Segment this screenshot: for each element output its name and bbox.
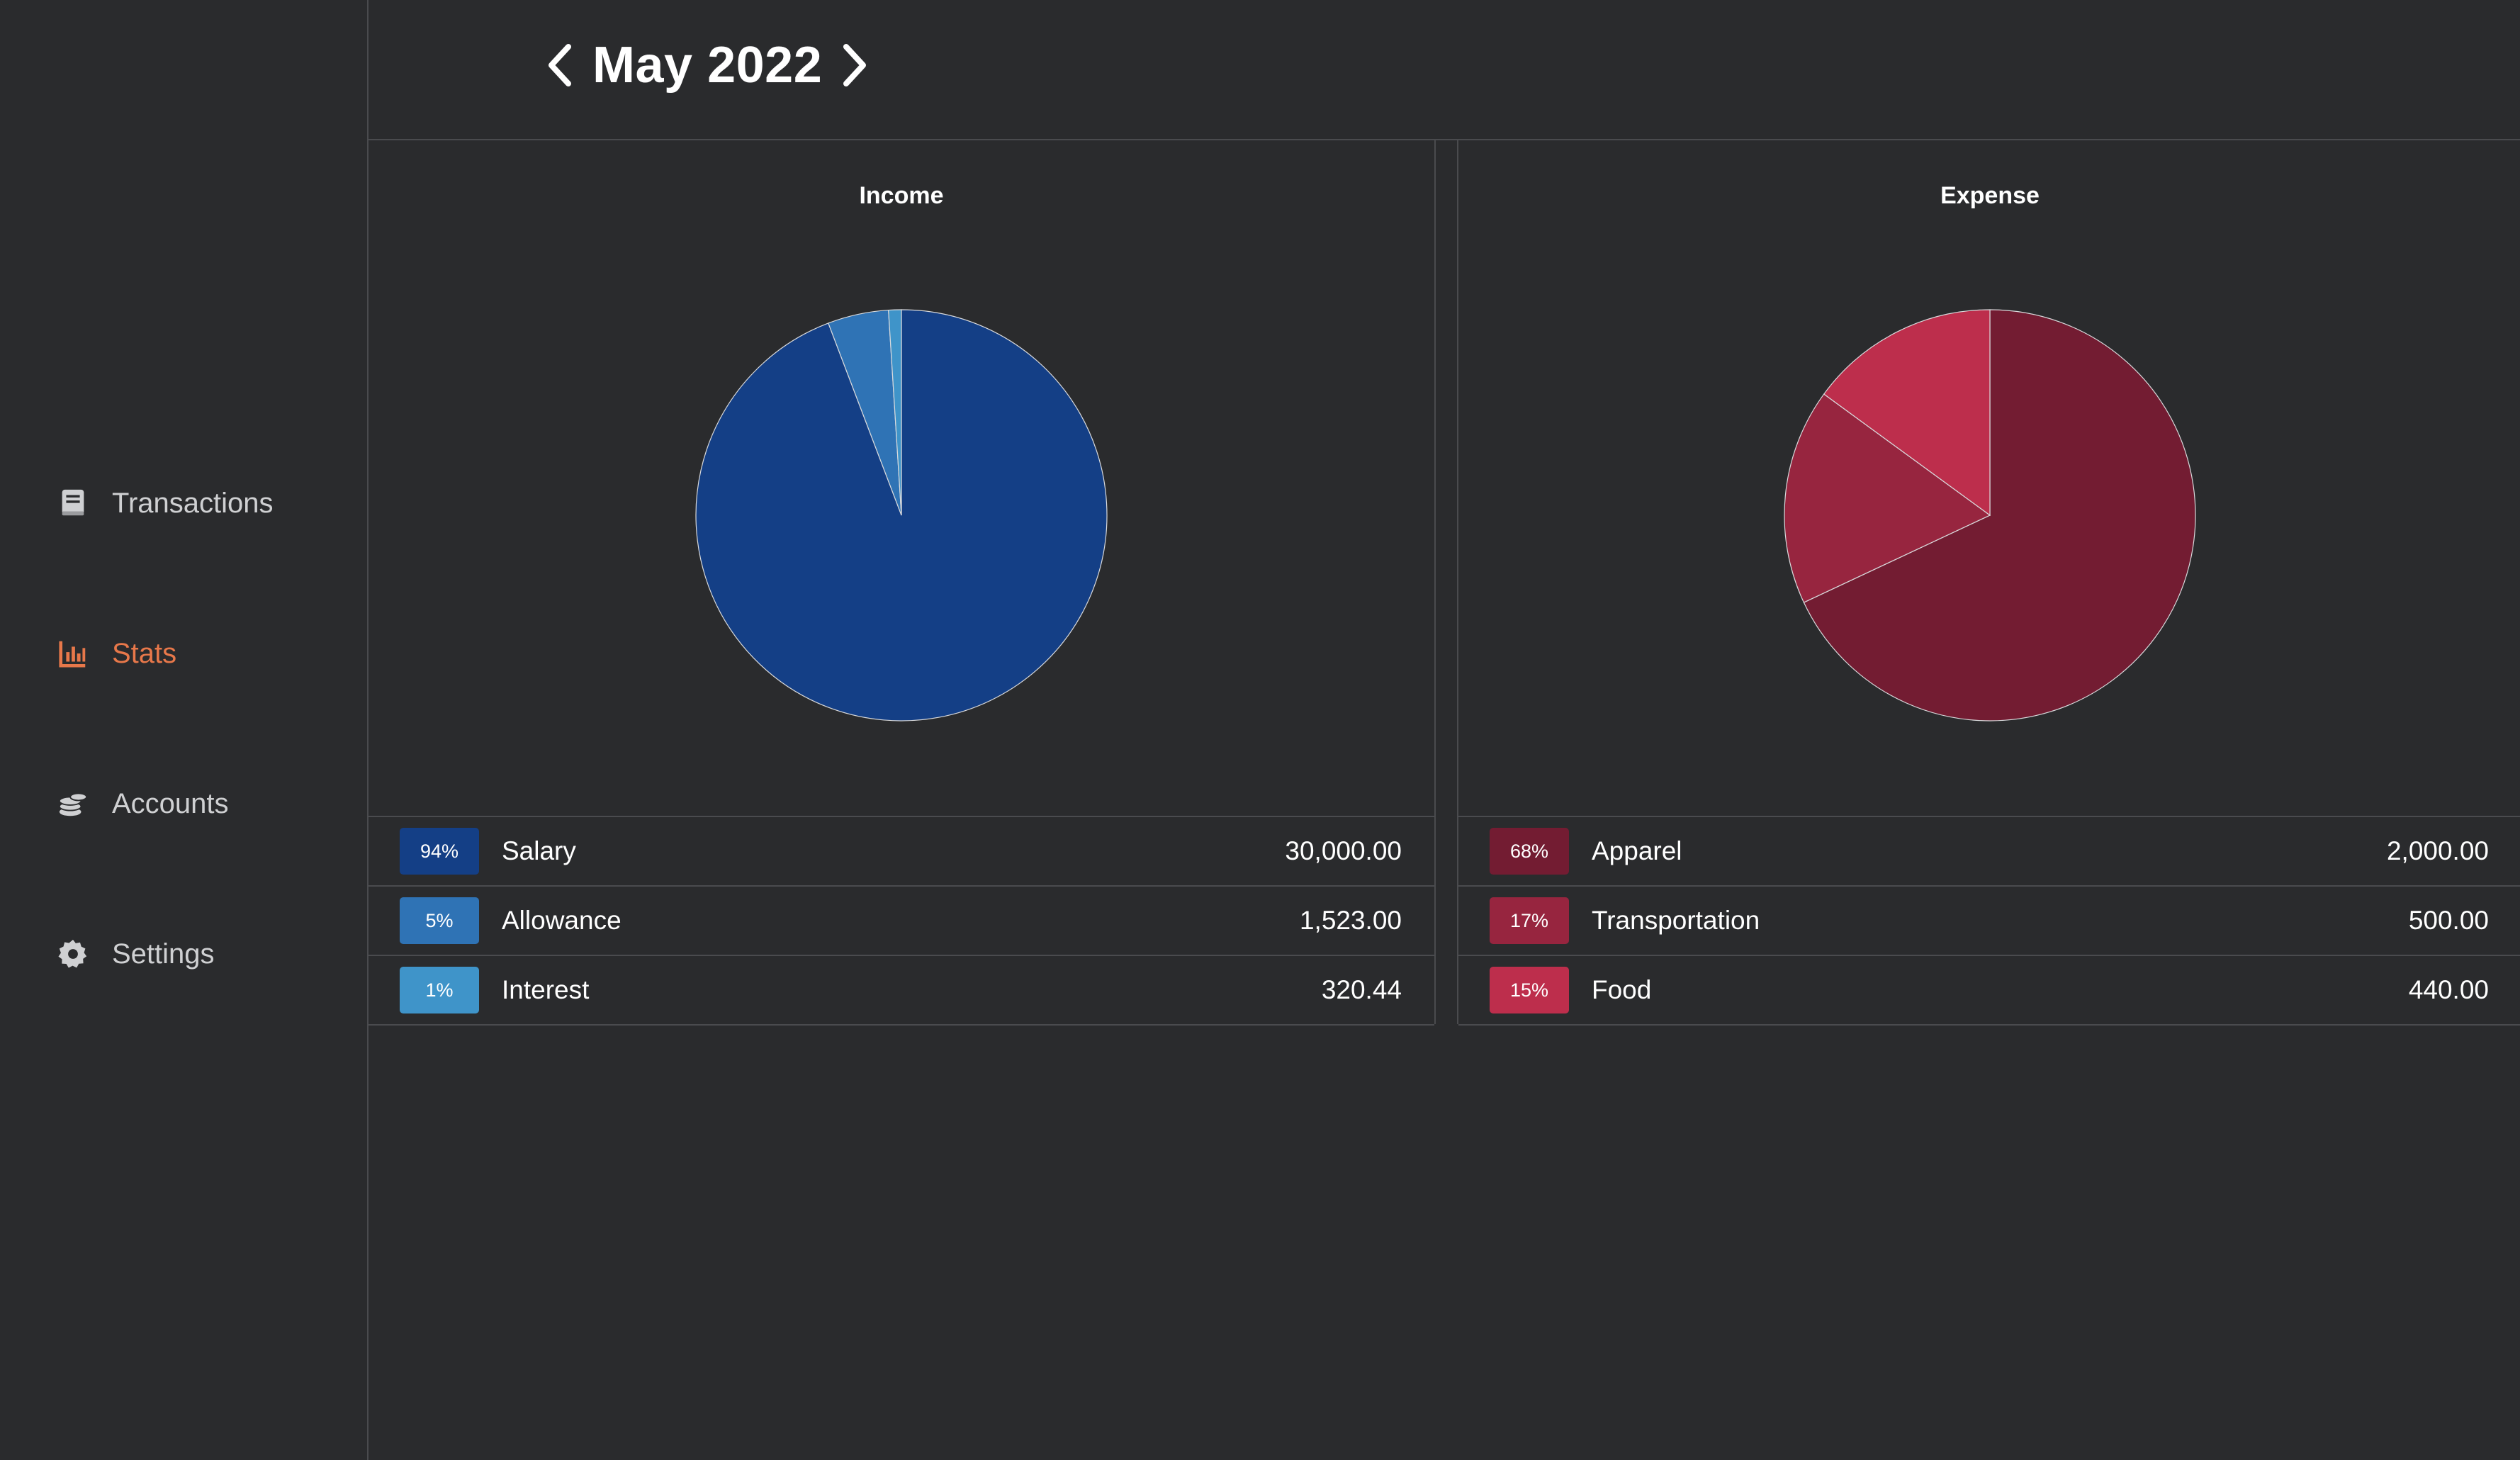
- legend-row-allowance[interactable]: 5% Allowance 1,523.00: [369, 885, 1434, 955]
- legend-row-food[interactable]: 15% Food 440.00: [1458, 955, 2520, 1026]
- category-label: Salary: [502, 836, 576, 865]
- income-panel: Income 94% Salary 30,000.00 5% Allowance…: [369, 140, 1436, 1026]
- category-label: Transportation: [1592, 906, 1760, 935]
- percent-badge: 94%: [400, 828, 479, 875]
- app-root: Transactions Stats Accounts Settings May…: [0, 0, 2520, 1460]
- amount-value: 440.00: [2408, 975, 2489, 1004]
- sidebar: Transactions Stats Accounts Settings: [0, 0, 369, 1460]
- chevron-left-icon[interactable]: [539, 37, 581, 94]
- sidebar-item-label: Stats: [112, 637, 177, 669]
- expense-pie-chart: [1458, 303, 2520, 728]
- expense-pie-svg: [1784, 309, 2196, 721]
- sidebar-item-label: Transactions: [112, 487, 274, 519]
- sidebar-item-stats[interactable]: Stats: [55, 625, 176, 682]
- percent-badge: 17%: [1490, 897, 1569, 944]
- category-label: Interest: [502, 975, 590, 1004]
- expense-legend: 68% Apparel 2,000.00 17% Transportation …: [1458, 816, 2520, 1026]
- gear-icon: [55, 936, 91, 972]
- legend-row-apparel[interactable]: 68% Apparel 2,000.00: [1458, 816, 2520, 885]
- bar-chart-icon: [55, 636, 91, 671]
- sidebar-item-accounts[interactable]: Accounts: [55, 775, 229, 832]
- amount-value: 320.44: [1321, 975, 1402, 1004]
- percent-badge: 68%: [1490, 828, 1569, 875]
- percent-badge: 1%: [400, 967, 479, 1013]
- expense-title: Expense: [1940, 182, 2040, 209]
- amount-value: 500.00: [2408, 906, 2489, 935]
- coins-icon: [55, 786, 91, 821]
- month-title: May 2022: [592, 37, 823, 94]
- amount-value: 30,000.00: [1285, 836, 1402, 865]
- percent-badge: 15%: [1490, 967, 1569, 1013]
- sidebar-item-transactions[interactable]: Transactions: [55, 475, 274, 532]
- income-legend: 94% Salary 30,000.00 5% Allowance 1,523.…: [369, 816, 1434, 1026]
- header: May 2022: [369, 0, 2520, 140]
- category-label: Allowance: [502, 906, 621, 935]
- income-pie-svg: [695, 309, 1108, 721]
- category-label: Apparel: [1592, 836, 1682, 865]
- legend-row-interest[interactable]: 1% Interest 320.44: [369, 955, 1434, 1026]
- chevron-right-icon[interactable]: [833, 37, 876, 94]
- category-label: Food: [1592, 975, 1652, 1004]
- legend-row-salary[interactable]: 94% Salary 30,000.00: [369, 816, 1434, 885]
- percent-badge: 5%: [400, 897, 479, 944]
- sidebar-item-label: Settings: [112, 938, 215, 970]
- amount-value: 2,000.00: [2386, 836, 2489, 865]
- sidebar-item-label: Accounts: [112, 787, 229, 819]
- receipt-icon: [55, 485, 91, 521]
- income-title: Income: [859, 182, 944, 209]
- income-pie-chart: [369, 303, 1434, 728]
- sidebar-item-settings[interactable]: Settings: [55, 926, 215, 982]
- legend-row-transportation[interactable]: 17% Transportation 500.00: [1458, 885, 2520, 955]
- amount-value: 1,523.00: [1299, 906, 1402, 935]
- month-navigator: May 2022: [539, 30, 876, 101]
- expense-panel: Expense 68% Apparel 2,000.00 17% Transpo…: [1457, 140, 2520, 1026]
